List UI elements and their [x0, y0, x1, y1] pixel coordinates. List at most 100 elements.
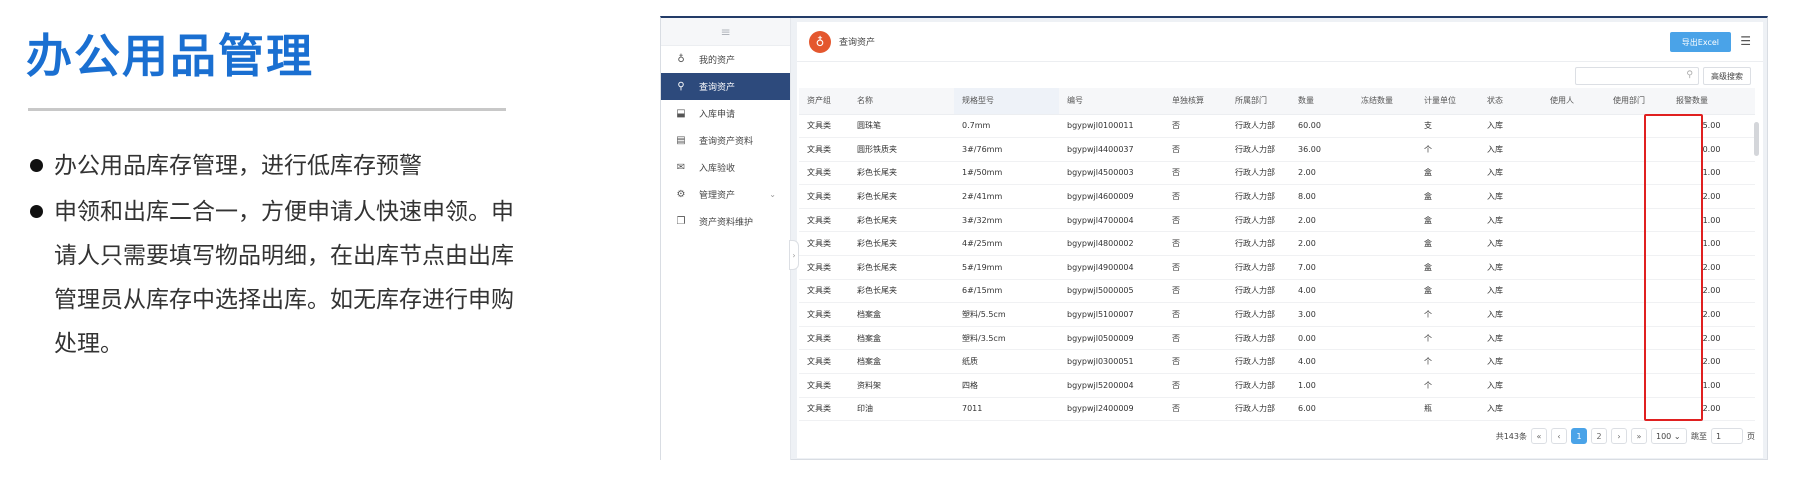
- sidebar-toggle-icon[interactable]: ≡: [661, 18, 790, 46]
- table-cell: 行政人力部: [1227, 326, 1290, 351]
- main-panel: ♁ 查询资产 导出Excel ☰ ⚲ 高级搜索 资产组 名称 规格型号 编号 单独核算所…: [797, 22, 1763, 458]
- table-cell: 行政人力部: [1227, 231, 1290, 257]
- table-row[interactable]: 文具类 彩色长尾夹 3#/32mm bgypwjl4700004 否行政人力部 2.00 盒…: [799, 208, 1755, 233]
- table-row[interactable]: 文具类 圆珠笔 0.7mm bgypwjl0100011 否行政人力部 60.00 支入库 5…: [799, 114, 1755, 139]
- table-cell: 文具类: [799, 231, 849, 257]
- bullet-dot-icon: [30, 159, 43, 172]
- table-cell: 行政人力部: [1227, 161, 1290, 186]
- table-row[interactable]: 文具类 档案盒 塑料/3.5cm bgypwjl0500009 否行政人力部 0.00 个入…: [799, 326, 1755, 351]
- table-cell: 行政人力部: [1227, 137, 1290, 162]
- page-size-select[interactable]: 100 ⌄: [1651, 428, 1687, 444]
- sidebar-item-label: 资产资料维护: [699, 218, 754, 228]
- table-cell: [1542, 114, 1605, 139]
- search-icon[interactable]: ⚲: [1686, 70, 1693, 80]
- advanced-search-button[interactable]: 高级搜索: [1703, 67, 1751, 85]
- column-header[interactable]: 资产组: [799, 88, 849, 115]
- table-cell: 6#/15mm: [954, 279, 1059, 304]
- table-cell: [1353, 326, 1416, 351]
- table-cell: bgypwjl4500003: [1059, 161, 1164, 186]
- table-cell: 2.00: [1290, 161, 1353, 186]
- table-row[interactable]: 文具类 彩色长尾夹 2#/41mm bgypwjl4600009 否行政人力部 8.00 盒…: [799, 184, 1755, 209]
- column-header[interactable]: 冻结数量: [1353, 88, 1416, 115]
- column-header[interactable]: 单独核算: [1164, 88, 1227, 115]
- column-header[interactable]: 所属部门: [1227, 88, 1290, 115]
- chevron-down-icon: ⌄: [769, 190, 776, 199]
- sidebar-item[interactable]: ❐ 资产资料维护: [661, 208, 790, 235]
- table-cell: 入库: [1479, 349, 1542, 375]
- asset-table: 资产组 名称 规格型号 编号 单独核算 所属部门 数量 冻结数量 计量单位 状态 使用人 使用部门 报警…: [799, 88, 1755, 422]
- table-cell: 5#/19mm: [954, 255, 1059, 280]
- table-row[interactable]: 文具类 档案盒 纸质 bgypwjl0300051 否行政人力部 4.00 个入库 2.00: [799, 349, 1755, 375]
- table-cell: 个: [1416, 373, 1479, 398]
- page-button-2[interactable]: 2: [1591, 428, 1607, 444]
- sidebar-item[interactable]: ♁ 我的资产: [661, 46, 790, 73]
- table-cell: 3#/76mm: [954, 137, 1059, 162]
- table-row[interactable]: 文具类 印油 7011 bgypwjl2400009 否行政人力部 6.00 瓶入库 2.00: [799, 397, 1755, 422]
- bullet-item: 办公用品库存管理，进行低库存预警: [28, 144, 528, 188]
- table-cell: bgypwjl5200004: [1059, 373, 1164, 398]
- prev-page-button[interactable]: ‹: [1551, 428, 1567, 444]
- sidebar-item[interactable]: ⬓ 入库申请: [661, 100, 790, 127]
- jump-page-input[interactable]: 1: [1711, 428, 1743, 444]
- next-page-button[interactable]: ›: [1611, 428, 1627, 444]
- table-row[interactable]: 文具类 彩色长尾夹 4#/25mm bgypwjl4800002 否行政人力部 2.00 盒…: [799, 231, 1755, 257]
- collapse-handle-icon[interactable]: ›: [789, 240, 799, 270]
- table-row[interactable]: 文具类 档案盒 塑料/5.5cm bgypwjl5100007 否行政人力部 3.00 个入…: [799, 302, 1755, 327]
- column-header[interactable]: 报警数量: [1668, 88, 1755, 115]
- table-cell: [1353, 208, 1416, 233]
- table-cell: 3#/32mm: [954, 208, 1059, 233]
- table-cell: [1542, 208, 1605, 233]
- table-cell: 盒: [1416, 231, 1479, 257]
- column-header[interactable]: 数量: [1290, 88, 1353, 115]
- table-cell: bgypwjl4900004: [1059, 255, 1164, 280]
- column-header[interactable]: 使用人: [1542, 88, 1605, 115]
- last-page-button[interactable]: »: [1631, 428, 1647, 444]
- table-cell: 否: [1164, 161, 1227, 186]
- list-menu-icon[interactable]: ☰: [1740, 34, 1751, 48]
- table-cell: 7011: [954, 397, 1059, 422]
- column-header[interactable]: 规格型号: [954, 88, 1059, 115]
- first-page-button[interactable]: «: [1531, 428, 1547, 444]
- table-cell: 0.00: [1290, 326, 1353, 351]
- table-body: 文具类 圆珠笔 0.7mm bgypwjl0100011 否行政人力部 60.00 支入库 5…: [799, 114, 1755, 422]
- table-cell: bgypwjl0100011: [1059, 114, 1164, 139]
- table-row[interactable]: 文具类 圆形铁质夹 3#/76mm bgypwjl4400037 否行政人力部 36.00…: [799, 137, 1755, 162]
- total-count: 共143条: [1495, 431, 1527, 441]
- table-cell: 否: [1164, 184, 1227, 209]
- sidebar-item[interactable]: ⚲ 查询资产: [661, 73, 790, 100]
- sidebar-item[interactable]: ▤ 查询资产资料: [661, 127, 790, 154]
- vertical-scrollbar[interactable]: [1754, 122, 1759, 156]
- table-cell: [1542, 373, 1605, 398]
- table-cell: 否: [1164, 255, 1227, 280]
- table-cell: 行政人力部: [1227, 114, 1290, 139]
- table-cell: bgypwjl4400037: [1059, 137, 1164, 162]
- table-cell: bgypwjl0300051: [1059, 349, 1164, 375]
- table-cell: bgypwjl2400009: [1059, 397, 1164, 422]
- sidebar-item-label: 查询资产: [699, 83, 736, 93]
- sidebar-item[interactable]: ⚙ 管理资产 ⌄: [661, 181, 790, 208]
- table-row[interactable]: 文具类 彩色长尾夹 5#/19mm bgypwjl4900004 否行政人力部 7.00 盒…: [799, 255, 1755, 280]
- export-excel-button[interactable]: 导出Excel: [1669, 32, 1731, 52]
- pagination: 共143条 « ‹ 1 2 › » 100 ⌄ 跳至 1 页: [1496, 428, 1755, 444]
- column-header[interactable]: 计量单位: [1416, 88, 1479, 115]
- table-row[interactable]: 文具类 资料架 四格 bgypwjl5200004 否行政人力部 1.00 个入库 1.00: [799, 373, 1755, 398]
- title-divider: [28, 108, 506, 111]
- column-header[interactable]: 使用部门: [1605, 88, 1668, 115]
- table-cell: 入库: [1479, 397, 1542, 422]
- page-button-1[interactable]: 1: [1571, 428, 1587, 444]
- page-suffix: 页: [1747, 431, 1755, 441]
- table-row[interactable]: 文具类 彩色长尾夹 6#/15mm bgypwjl5000005 否行政人力部 4.00 盒…: [799, 279, 1755, 304]
- table-cell: [1353, 114, 1416, 139]
- table-cell: 盒: [1416, 255, 1479, 280]
- search-input[interactable]: [1575, 67, 1699, 85]
- table-cell: 纸质: [954, 349, 1059, 375]
- table-row[interactable]: 文具类 彩色长尾夹 1#/50mm bgypwjl4500003 否行政人力部 2.00 盒…: [799, 161, 1755, 186]
- table-cell: 入库: [1479, 161, 1542, 186]
- column-header[interactable]: 名称: [849, 88, 954, 115]
- table-cell: 入库: [1479, 114, 1542, 139]
- sidebar-item[interactable]: ✉ 入库验收: [661, 154, 790, 181]
- column-header[interactable]: 编号: [1059, 88, 1164, 115]
- table-cell: 彩色长尾夹: [849, 184, 954, 209]
- page-title: 查询资产: [839, 38, 876, 48]
- column-header[interactable]: 状态: [1479, 88, 1542, 115]
